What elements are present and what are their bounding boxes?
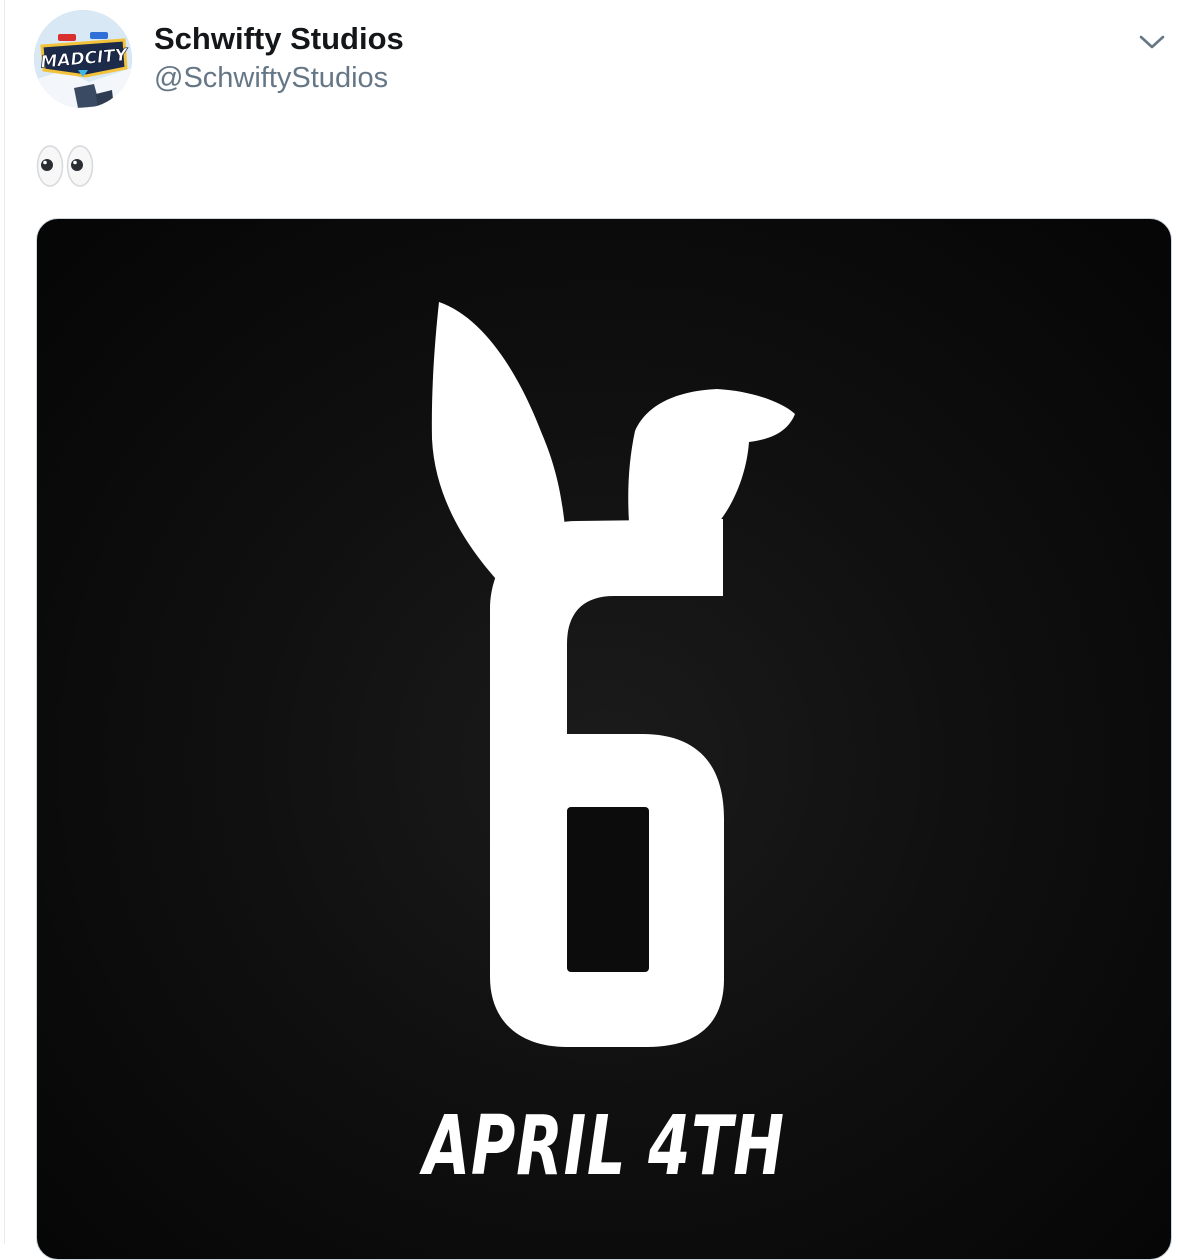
- poster-date-text: APRIL 4TH: [423, 1099, 785, 1194]
- tweet-header: MADCITY Schwifty Studios @SchwiftyStudio…: [34, 10, 1174, 110]
- tweet-media-image[interactable]: APRIL 4TH: [36, 218, 1172, 1260]
- mad-city-logo-avatar: MADCITY: [34, 10, 132, 108]
- avatar[interactable]: MADCITY: [34, 10, 132, 108]
- author-block: Schwifty Studios @SchwiftyStudios: [154, 20, 404, 97]
- author-display-name[interactable]: Schwifty Studios: [154, 20, 404, 58]
- chevron-down-icon: [1139, 35, 1165, 49]
- tweet-text: [36, 138, 96, 194]
- timeline-left-border: [4, 0, 5, 1244]
- author-handle[interactable]: @SchwiftyStudios: [154, 59, 404, 97]
- tweet-more-menu-button[interactable]: [1134, 24, 1170, 60]
- eyes-emoji-icon: [36, 142, 96, 190]
